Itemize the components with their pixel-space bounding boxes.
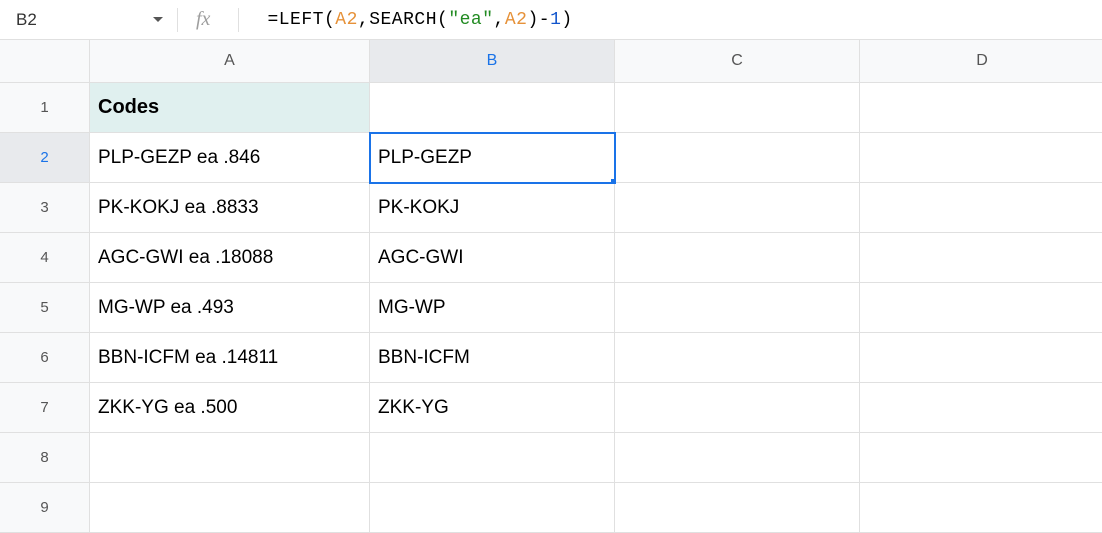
cell-A7[interactable]: ZKK-YG ea .500: [90, 383, 370, 433]
fill-handle[interactable]: [610, 178, 615, 183]
row-header-6[interactable]: 6: [0, 333, 90, 383]
cell-B3[interactable]: PK-KOKJ: [370, 183, 615, 233]
cell-D2[interactable]: [860, 133, 1102, 183]
cell-B9[interactable]: [370, 483, 615, 533]
formula-input[interactable]: =LEFT(A2,SEARCH("ea",A2)-1): [267, 10, 572, 30]
formula-token: (: [437, 10, 448, 30]
cell-D8[interactable]: [860, 433, 1102, 483]
row-header-5[interactable]: 5: [0, 283, 90, 333]
spreadsheet-grid: A B C D 1 Codes 2 PLP-GEZP ea .846 PLP-G…: [0, 40, 1102, 533]
dropdown-arrow-icon[interactable]: [153, 17, 163, 22]
row-header-1[interactable]: 1: [0, 83, 90, 133]
row-header-3[interactable]: 3: [0, 183, 90, 233]
row-header-2[interactable]: 2: [0, 133, 90, 183]
cell-reference: B2: [12, 10, 153, 30]
formula-token: ,: [358, 10, 369, 30]
divider: [238, 8, 239, 32]
cell-A1[interactable]: Codes: [90, 83, 370, 133]
row-header-8[interactable]: 8: [0, 433, 90, 483]
cell-B5[interactable]: MG-WP: [370, 283, 615, 333]
cell-C1[interactable]: [615, 83, 860, 133]
formula-token: A2: [335, 10, 358, 30]
cell-A4[interactable]: AGC-GWI ea .18088: [90, 233, 370, 283]
cell-D9[interactable]: [860, 483, 1102, 533]
cell-B2[interactable]: PLP-GEZP: [370, 133, 615, 183]
cell-B8[interactable]: [370, 433, 615, 483]
cell-C4[interactable]: [615, 233, 860, 283]
select-all-corner[interactable]: [0, 40, 90, 83]
cell-B7[interactable]: ZKK-YG: [370, 383, 615, 433]
column-header-C[interactable]: C: [615, 40, 860, 83]
cell-A6[interactable]: BBN-ICFM ea .14811: [90, 333, 370, 383]
cell-C9[interactable]: [615, 483, 860, 533]
cell-C6[interactable]: [615, 333, 860, 383]
formula-token: (: [324, 10, 335, 30]
cell-C3[interactable]: [615, 183, 860, 233]
cell-A2[interactable]: PLP-GEZP ea .846: [90, 133, 370, 183]
cell-D3[interactable]: [860, 183, 1102, 233]
formula-token: SEARCH: [369, 10, 437, 30]
formula-token: ): [527, 10, 538, 30]
column-header-D[interactable]: D: [860, 40, 1102, 83]
cell-D1[interactable]: [860, 83, 1102, 133]
cell-D4[interactable]: [860, 233, 1102, 283]
cell-A9[interactable]: [90, 483, 370, 533]
cell-D7[interactable]: [860, 383, 1102, 433]
column-header-A[interactable]: A: [90, 40, 370, 83]
cell-C5[interactable]: [615, 283, 860, 333]
cell-B6[interactable]: BBN-ICFM: [370, 333, 615, 383]
cell-B4[interactable]: AGC-GWI: [370, 233, 615, 283]
formula-token: ,: [494, 10, 505, 30]
formula-token: =LEFT: [267, 10, 324, 30]
cell-A5[interactable]: MG-WP ea .493: [90, 283, 370, 333]
cell-C8[interactable]: [615, 433, 860, 483]
formula-token: -: [539, 10, 550, 30]
formula-token: A2: [505, 10, 528, 30]
cell-A3[interactable]: PK-KOKJ ea .8833: [90, 183, 370, 233]
row-header-9[interactable]: 9: [0, 483, 90, 533]
row-header-4[interactable]: 4: [0, 233, 90, 283]
formula-bar: B2 fx =LEFT(A2,SEARCH("ea",A2)-1): [0, 0, 1102, 40]
column-header-B[interactable]: B: [370, 40, 615, 83]
cell-B1[interactable]: [370, 83, 615, 133]
cell-D5[interactable]: [860, 283, 1102, 333]
formula-token: 1: [550, 10, 561, 30]
formula-token: "ea": [448, 10, 493, 30]
cell-D6[interactable]: [860, 333, 1102, 383]
cell-value: PLP-GEZP: [378, 147, 472, 169]
row-header-7[interactable]: 7: [0, 383, 90, 433]
fx-icon[interactable]: fx: [196, 8, 210, 31]
cell-C2[interactable]: [615, 133, 860, 183]
cell-reference-box[interactable]: B2: [12, 10, 177, 30]
divider: [177, 8, 178, 32]
cell-C7[interactable]: [615, 383, 860, 433]
cell-A8[interactable]: [90, 433, 370, 483]
formula-token: ): [561, 10, 572, 30]
